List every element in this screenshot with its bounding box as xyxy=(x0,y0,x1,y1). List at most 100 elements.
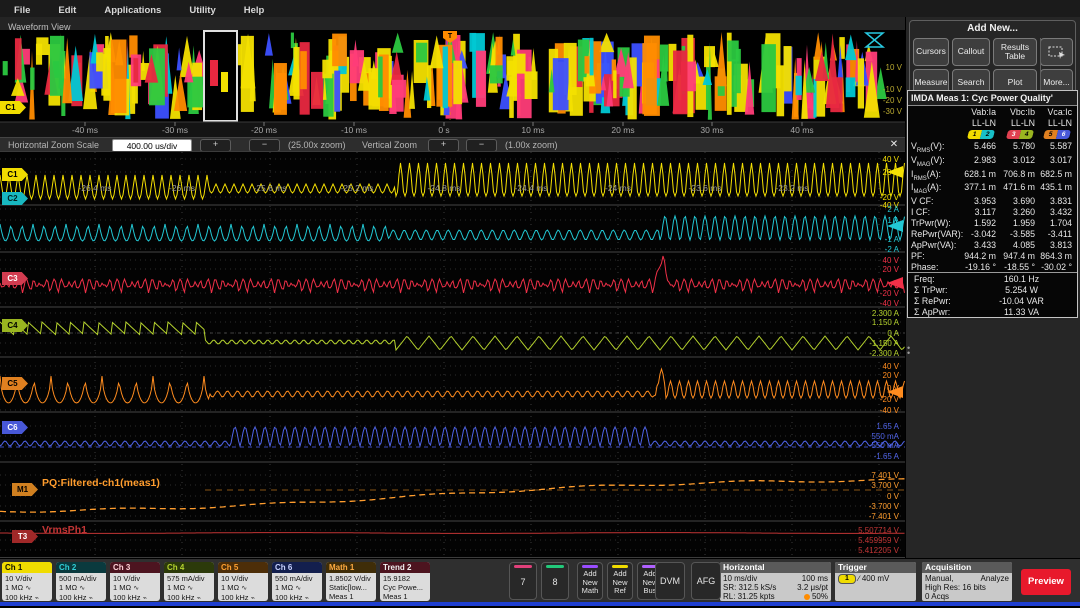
add-new-callout-button[interactable]: Callout xyxy=(952,38,990,66)
imda-value: 5.780 xyxy=(999,140,1038,154)
zoom-close-icon[interactable]: ✕ xyxy=(888,139,900,151)
imda-source-badges: 34 xyxy=(999,128,1038,140)
add-new-results-table-button[interactable]: Results Table xyxy=(993,38,1037,66)
overview-scale-label: 10 V xyxy=(886,63,903,72)
overview-scale-label: -30 V xyxy=(883,107,903,116)
vertical-zoom-minus-button[interactable]: − xyxy=(466,139,497,152)
scale-label-c2: 2 A xyxy=(887,205,899,214)
badge-ch-5[interactable]: Ch 510 V/div1 MΩ ∿100 kHz ⌁ xyxy=(218,562,268,601)
coupling-icon: ∿ xyxy=(133,585,139,592)
scale-label-m1: 3.700 V xyxy=(871,481,899,490)
scale-label-c5: -40 V xyxy=(880,406,900,415)
trace-c5 xyxy=(0,369,905,403)
badge-scale: 10 V/div xyxy=(221,574,268,583)
acquisition-panel[interactable]: Acquisition Manual,Analyze High Res: 16 … xyxy=(922,562,1012,601)
imda-row-label: V CF: xyxy=(908,195,960,206)
preview-button[interactable]: Preview xyxy=(1021,569,1071,595)
scale-label-c5: 20 V xyxy=(883,371,900,380)
imda-value: 944.2 m xyxy=(960,250,999,261)
horizontal-zoom-scale-input[interactable] xyxy=(112,139,192,152)
badge-ch-6[interactable]: Ch 6550 mA/div1 MΩ ∿100 kHz ⌁ xyxy=(272,562,322,601)
coupling-icon: ∿ xyxy=(295,585,301,592)
badge-ch-2[interactable]: Ch 2500 mA/div1 MΩ ∿100 kHz ⌁ xyxy=(56,562,106,601)
results-badge-grip[interactable]: •• xyxy=(907,346,910,356)
badge-trend-2[interactable]: Trend 215.9182Cyc Powe...Meas 1 xyxy=(380,562,430,601)
overview-time-label: 10 ms xyxy=(521,125,544,135)
zoomed-time-label: -24.4 ms xyxy=(514,183,547,193)
badge-termination: Cyc Powe... xyxy=(383,583,430,592)
badge-termination: 1 MΩ ∿ xyxy=(221,583,268,593)
scale-label-c2: -2 A xyxy=(885,245,900,254)
trigger-source-badge: 1 xyxy=(838,574,856,584)
channel-7-button[interactable]: 7 xyxy=(509,562,537,600)
horizontal-panel[interactable]: Horizontal 10 ms/div100 ms SR: 312.5 kS/… xyxy=(720,562,831,601)
imda-value: 3.117 xyxy=(960,206,999,217)
acquisition-detail: High Res: 16 bits xyxy=(925,583,1009,592)
waveform-view-window: Waveform View T10 V-10 V-20 V-30 V-40 ms… xyxy=(0,17,905,558)
horizontal-record-length: RL: 31.25 kpts xyxy=(723,592,775,601)
add-new-ref-button[interactable]: AddNewRef xyxy=(607,562,633,600)
add-new-math-button[interactable]: AddNewMath xyxy=(577,562,603,600)
menu-item-file[interactable]: File xyxy=(0,2,44,16)
overview-scale-label: -10 V xyxy=(883,85,903,94)
vertical-zoom-readout: (1.00x zoom) xyxy=(505,140,558,150)
menu-item-applications[interactable]: Applications xyxy=(90,2,175,16)
zoomed-waveform-area[interactable]: 40 V20 V-20 V-40 V2 A1 A-1 A-2 A40 V20 V… xyxy=(0,152,905,557)
badge-ch-4[interactable]: Ch 4575 mA/div1 MΩ ∿100 kHz ⌁ xyxy=(164,562,214,601)
badge-settings: 10 V/div1 MΩ ∿100 kHz ⌁ xyxy=(218,573,268,601)
waveform-overview[interactable]: T10 V-10 V-20 V-30 V-40 ms-30 ms-20 ms-1… xyxy=(0,30,905,137)
imda-corner xyxy=(908,128,960,140)
overview-zoom-box[interactable] xyxy=(204,31,237,121)
badge-termination: 1 MΩ ∿ xyxy=(167,583,214,593)
imda-row-label: IMAG(A): xyxy=(908,181,960,195)
trigger-panel[interactable]: Trigger 1 ∕ 400 mV xyxy=(835,562,916,601)
horizontal-position: 50% xyxy=(812,592,828,601)
channel-8-button[interactable]: 8 xyxy=(541,562,569,600)
scale-label-c6: -550 mA xyxy=(869,441,900,450)
add-new-cursors-button[interactable]: Cursors xyxy=(913,38,949,66)
svg-text:T: T xyxy=(448,33,453,40)
overview-time-label: 20 ms xyxy=(611,125,634,135)
acquisition-mode: Manual, xyxy=(925,574,953,583)
badge-ch-3[interactable]: Ch 310 V/div1 MΩ ∿100 kHz ⌁ xyxy=(110,562,160,601)
imda-corner xyxy=(908,117,960,128)
badge-math-1[interactable]: Math 11.8502 V/divStatic[low...Meas 1 xyxy=(326,562,376,601)
bandwidth-icon: ⌁ xyxy=(197,595,201,601)
dvm-button[interactable]: DVM xyxy=(655,562,685,600)
imda-source-badges: 12 xyxy=(960,128,999,140)
imda-value: 5.587 xyxy=(1038,140,1075,154)
bottom-edge-strip xyxy=(0,602,1080,606)
imda-coupling: LL-LN xyxy=(1038,117,1075,128)
imda-value: 3.690 xyxy=(999,195,1038,206)
menu-item-edit[interactable]: Edit xyxy=(44,2,90,16)
badge-settings: 500 mA/div1 MΩ ∿100 kHz ⌁ xyxy=(56,573,106,601)
acquisition-panel-title: Acquisition xyxy=(922,562,1012,573)
imda-results-badge[interactable]: IMDA Meas 1: Cyc Power Quality' Vab:IaVb… xyxy=(907,90,1078,318)
imda-row-label: TrPwr(W): xyxy=(908,217,960,228)
scale-label-c4: -2.300 A xyxy=(869,349,899,358)
badge-bandwidth: 100 kHz ⌁ xyxy=(221,593,268,601)
vertical-zoom-plus-button[interactable]: + xyxy=(428,139,459,152)
badge-header: Ch 1 xyxy=(2,562,52,573)
horizontal-zoom-plus-button[interactable]: + xyxy=(200,139,231,152)
imda-summary-label: Freq: xyxy=(908,273,966,284)
waveform-view-tabbar: Waveform View xyxy=(0,17,905,31)
menu-item-help[interactable]: Help xyxy=(230,2,279,16)
trace-t3 xyxy=(0,533,905,534)
afg-button[interactable]: AFG xyxy=(691,562,721,600)
menu-item-utility[interactable]: Utility xyxy=(175,2,229,16)
badge-header: Ch 5 xyxy=(218,562,268,573)
imda-value: 1.959 xyxy=(999,217,1038,228)
horizontal-zoom-minus-button[interactable]: − xyxy=(249,139,280,152)
imda-column-header: Vbc:Ib xyxy=(999,106,1038,117)
trace-label-t3: VrmsPh1 xyxy=(42,524,87,536)
overview-time-label: -20 ms xyxy=(251,125,277,135)
imda-summary-value: -10.04 VAR xyxy=(966,295,1077,306)
horizontal-panel-title: Horizontal xyxy=(720,562,831,573)
badge-ch-1[interactable]: Ch 110 V/div1 MΩ ∿100 kHz ⌁ xyxy=(2,562,52,601)
bandwidth-icon: ⌁ xyxy=(35,595,39,601)
scale-label-c3: -20 V xyxy=(880,289,900,298)
imda-value: 682.5 m xyxy=(1038,168,1075,182)
zoom-select-icon[interactable] xyxy=(1040,38,1073,66)
bandwidth-icon: ⌁ xyxy=(89,595,93,601)
